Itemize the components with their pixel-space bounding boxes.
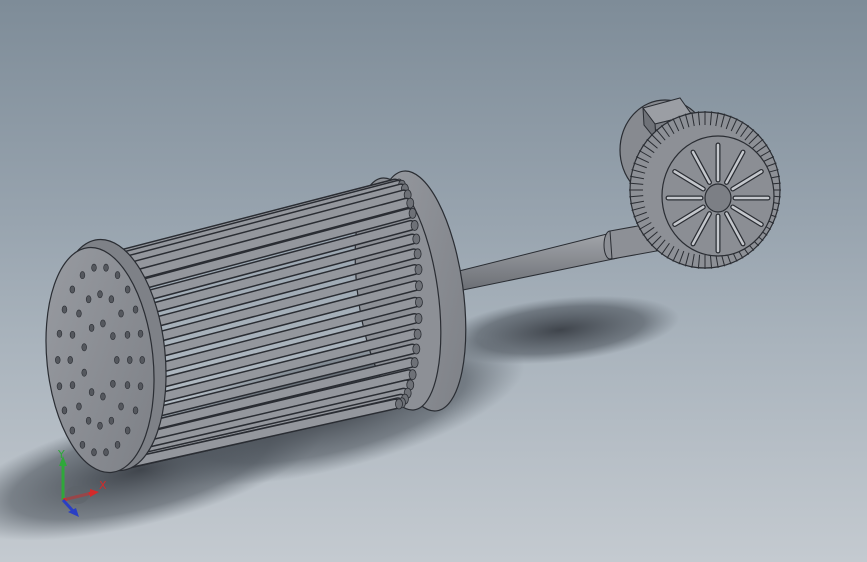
3d-viewport[interactable]: Y X <box>0 0 867 562</box>
rod-end-nut <box>412 343 421 355</box>
rod-end-nut <box>408 369 417 381</box>
plate-hole <box>103 263 109 272</box>
rod-end-nut <box>414 264 423 275</box>
plate-hole <box>118 309 124 318</box>
fan-hub <box>704 183 732 213</box>
plate-hole <box>85 295 92 304</box>
plate-hole <box>110 332 116 341</box>
plate-hole <box>56 382 63 391</box>
plate-hole <box>88 388 95 397</box>
rod-end-nut <box>415 296 423 308</box>
plate-hole <box>97 290 103 299</box>
plate-hole <box>61 406 68 415</box>
plate-hole <box>69 426 76 435</box>
y-axis-label: Y <box>58 448 65 461</box>
rod-end-nut <box>410 357 419 368</box>
plate-hole <box>91 263 97 272</box>
3d-model-scene[interactable] <box>0 0 867 562</box>
plate-hole <box>127 356 133 364</box>
plate-hole <box>56 329 63 338</box>
plate-hole <box>100 392 106 401</box>
plate-hole <box>114 356 120 364</box>
plate-hole <box>114 271 121 280</box>
plate-hole <box>69 330 76 339</box>
plate-hole <box>79 440 86 449</box>
plate-hole <box>108 295 115 304</box>
plate-hole <box>137 382 144 391</box>
drive-shaft[interactable] <box>454 221 663 292</box>
plate-hole <box>103 448 109 457</box>
plate-hole <box>69 381 76 390</box>
plate-hole <box>108 416 115 425</box>
plate-hole <box>85 416 92 425</box>
plate-hole <box>55 356 61 364</box>
plate-hole <box>124 285 131 294</box>
plate-hole <box>97 421 103 430</box>
rod-end-nut <box>410 220 419 231</box>
plate-hole <box>100 319 106 328</box>
plate-hole <box>132 305 139 314</box>
plate-hole <box>114 440 121 449</box>
plate-hole <box>124 381 131 390</box>
plate-hole <box>67 356 73 364</box>
rod-end-nut <box>415 280 423 292</box>
plate-hole <box>124 426 131 435</box>
plate-hole <box>81 343 87 352</box>
plate-hole <box>91 448 97 457</box>
rod-end-nut <box>413 248 422 260</box>
plate-hole <box>139 356 145 364</box>
rod-end-nut <box>408 207 417 219</box>
plate-hole <box>137 329 144 338</box>
plate-hole <box>132 406 139 415</box>
plate-hole <box>124 330 131 339</box>
plate-hole <box>69 285 76 294</box>
triad-disc <box>65 486 89 504</box>
plate-hole <box>110 379 116 388</box>
rod-end-nut <box>395 398 403 410</box>
plate-hole <box>88 323 95 332</box>
plate-hole <box>79 271 86 280</box>
plate-hole <box>81 368 87 377</box>
x-axis-label: X <box>99 479 107 492</box>
rod-end-nut <box>412 233 421 245</box>
rod-end-nut <box>414 313 423 324</box>
plate-hole <box>61 305 68 314</box>
rod-end-nut <box>406 197 415 209</box>
plate-hole <box>118 402 124 411</box>
plate-hole <box>76 402 82 411</box>
plate-hole <box>76 309 82 318</box>
rod-end-nut <box>413 328 422 340</box>
